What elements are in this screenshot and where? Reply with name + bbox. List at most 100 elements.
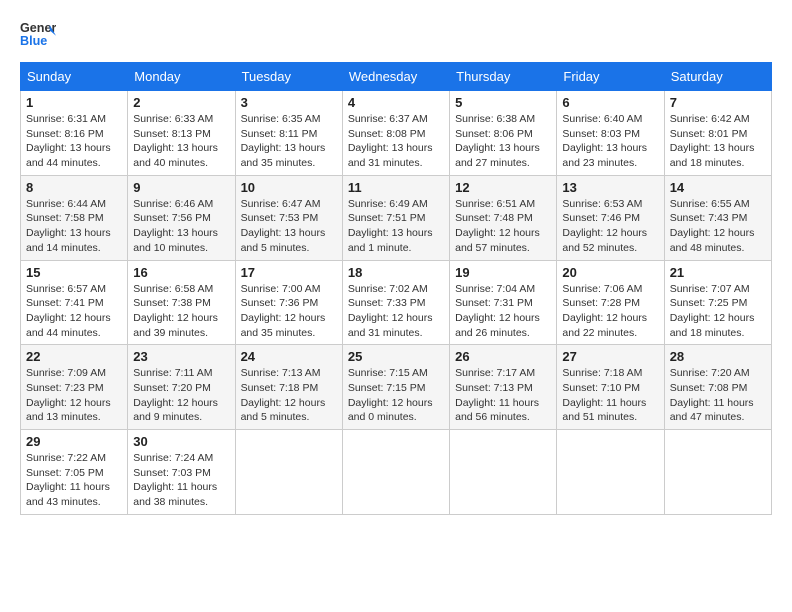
day-info: Sunrise: 7:17 AM Sunset: 7:13 PM Dayligh… bbox=[455, 366, 551, 425]
day-info: Sunrise: 7:02 AM Sunset: 7:33 PM Dayligh… bbox=[348, 282, 444, 341]
day-number: 25 bbox=[348, 349, 444, 364]
day-info: Sunrise: 6:44 AM Sunset: 7:58 PM Dayligh… bbox=[26, 197, 122, 256]
day-cell: 30 Sunrise: 7:24 AM Sunset: 7:03 PM Dayli… bbox=[128, 430, 235, 515]
svg-text:Blue: Blue bbox=[20, 34, 47, 48]
day-number: 24 bbox=[241, 349, 337, 364]
day-cell: 14 Sunrise: 6:55 AM Sunset: 7:43 PM Dayli… bbox=[664, 175, 771, 260]
week-row-1: 1Sunrise: 6:31 AM Sunset: 8:16 PM Daylig… bbox=[21, 91, 772, 176]
day-number: 2 bbox=[133, 95, 229, 110]
day-cell: 6 Sunrise: 6:40 AM Sunset: 8:03 PM Daylig… bbox=[557, 91, 664, 176]
day-info: Sunrise: 6:55 AM Sunset: 7:43 PM Dayligh… bbox=[670, 197, 766, 256]
day-cell: 16 Sunrise: 6:58 AM Sunset: 7:38 PM Dayli… bbox=[128, 260, 235, 345]
day-info: Sunrise: 7:22 AM Sunset: 7:05 PM Dayligh… bbox=[26, 451, 122, 510]
day-info: Sunrise: 7:04 AM Sunset: 7:31 PM Dayligh… bbox=[455, 282, 551, 341]
day-info: Sunrise: 7:06 AM Sunset: 7:28 PM Dayligh… bbox=[562, 282, 658, 341]
day-cell: 7 Sunrise: 6:42 AM Sunset: 8:01 PM Daylig… bbox=[664, 91, 771, 176]
day-info: Sunrise: 6:37 AM Sunset: 8:08 PM Dayligh… bbox=[348, 112, 444, 171]
day-cell: 21 Sunrise: 7:07 AM Sunset: 7:25 PM Dayli… bbox=[664, 260, 771, 345]
day-cell: 13 Sunrise: 6:53 AM Sunset: 7:46 PM Dayli… bbox=[557, 175, 664, 260]
day-info: Sunrise: 6:53 AM Sunset: 7:46 PM Dayligh… bbox=[562, 197, 658, 256]
weekday-tuesday: Tuesday bbox=[235, 63, 342, 91]
day-number: 16 bbox=[133, 265, 229, 280]
day-cell: 28 Sunrise: 7:20 AM Sunset: 7:08 PM Dayli… bbox=[664, 345, 771, 430]
day-number: 20 bbox=[562, 265, 658, 280]
day-number: 27 bbox=[562, 349, 658, 364]
day-info: Sunrise: 6:40 AM Sunset: 8:03 PM Dayligh… bbox=[562, 112, 658, 171]
day-info: Sunrise: 7:13 AM Sunset: 7:18 PM Dayligh… bbox=[241, 366, 337, 425]
day-info: Sunrise: 6:42 AM Sunset: 8:01 PM Dayligh… bbox=[670, 112, 766, 171]
day-info: Sunrise: 7:11 AM Sunset: 7:20 PM Dayligh… bbox=[133, 366, 229, 425]
weekday-saturday: Saturday bbox=[664, 63, 771, 91]
day-info: Sunrise: 6:46 AM Sunset: 7:56 PM Dayligh… bbox=[133, 197, 229, 256]
day-info: Sunrise: 6:35 AM Sunset: 8:11 PM Dayligh… bbox=[241, 112, 337, 171]
day-info: Sunrise: 6:49 AM Sunset: 7:51 PM Dayligh… bbox=[348, 197, 444, 256]
day-number: 12 bbox=[455, 180, 551, 195]
day-cell: 11Sunrise: 6:49 AM Sunset: 7:51 PM Dayli… bbox=[342, 175, 449, 260]
day-number: 21 bbox=[670, 265, 766, 280]
day-cell: 1Sunrise: 6:31 AM Sunset: 8:16 PM Daylig… bbox=[21, 91, 128, 176]
day-info: Sunrise: 6:33 AM Sunset: 8:13 PM Dayligh… bbox=[133, 112, 229, 171]
day-number: 28 bbox=[670, 349, 766, 364]
day-cell bbox=[235, 430, 342, 515]
weekday-header-row: SundayMondayTuesdayWednesdayThursdayFrid… bbox=[21, 63, 772, 91]
day-cell: 20 Sunrise: 7:06 AM Sunset: 7:28 PM Dayli… bbox=[557, 260, 664, 345]
week-row-5: 29 Sunrise: 7:22 AM Sunset: 7:05 PM Dayli… bbox=[21, 430, 772, 515]
day-cell: 5Sunrise: 6:38 AM Sunset: 8:06 PM Daylig… bbox=[450, 91, 557, 176]
day-number: 29 bbox=[26, 434, 122, 449]
day-info: Sunrise: 7:20 AM Sunset: 7:08 PM Dayligh… bbox=[670, 366, 766, 425]
day-cell: 19 Sunrise: 7:04 AM Sunset: 7:31 PM Dayli… bbox=[450, 260, 557, 345]
day-number: 13 bbox=[562, 180, 658, 195]
day-cell: 3 Sunrise: 6:35 AM Sunset: 8:11 PM Daylig… bbox=[235, 91, 342, 176]
day-cell: 2 Sunrise: 6:33 AM Sunset: 8:13 PM Daylig… bbox=[128, 91, 235, 176]
day-info: Sunrise: 7:09 AM Sunset: 7:23 PM Dayligh… bbox=[26, 366, 122, 425]
day-info: Sunrise: 6:51 AM Sunset: 7:48 PM Dayligh… bbox=[455, 197, 551, 256]
day-cell: 23 Sunrise: 7:11 AM Sunset: 7:20 PM Dayli… bbox=[128, 345, 235, 430]
day-number: 9 bbox=[133, 180, 229, 195]
day-number: 30 bbox=[133, 434, 229, 449]
day-cell: 8 Sunrise: 6:44 AM Sunset: 7:58 PM Daylig… bbox=[21, 175, 128, 260]
day-cell bbox=[450, 430, 557, 515]
logo: General Blue bbox=[20, 16, 56, 52]
day-number: 19 bbox=[455, 265, 551, 280]
day-cell: 9 Sunrise: 6:46 AM Sunset: 7:56 PM Daylig… bbox=[128, 175, 235, 260]
day-number: 5 bbox=[455, 95, 551, 110]
day-info: Sunrise: 7:07 AM Sunset: 7:25 PM Dayligh… bbox=[670, 282, 766, 341]
day-cell: 27 Sunrise: 7:18 AM Sunset: 7:10 PM Dayli… bbox=[557, 345, 664, 430]
day-cell: 10Sunrise: 6:47 AM Sunset: 7:53 PM Dayli… bbox=[235, 175, 342, 260]
day-number: 7 bbox=[670, 95, 766, 110]
day-cell: 15Sunrise: 6:57 AM Sunset: 7:41 PM Dayli… bbox=[21, 260, 128, 345]
weekday-monday: Monday bbox=[128, 63, 235, 91]
week-row-4: 22Sunrise: 7:09 AM Sunset: 7:23 PM Dayli… bbox=[21, 345, 772, 430]
header: General Blue bbox=[20, 16, 772, 52]
day-cell: 24 Sunrise: 7:13 AM Sunset: 7:18 PM Dayli… bbox=[235, 345, 342, 430]
weekday-thursday: Thursday bbox=[450, 63, 557, 91]
page-container: General Blue SundayMondayTuesdayWednesda… bbox=[0, 0, 792, 525]
day-info: Sunrise: 6:31 AM Sunset: 8:16 PM Dayligh… bbox=[26, 112, 122, 171]
day-number: 10 bbox=[241, 180, 337, 195]
week-row-2: 8 Sunrise: 6:44 AM Sunset: 7:58 PM Daylig… bbox=[21, 175, 772, 260]
calendar-table: SundayMondayTuesdayWednesdayThursdayFrid… bbox=[20, 62, 772, 515]
day-number: 4 bbox=[348, 95, 444, 110]
day-number: 15 bbox=[26, 265, 122, 280]
day-number: 17 bbox=[241, 265, 337, 280]
day-cell bbox=[664, 430, 771, 515]
day-cell: 22Sunrise: 7:09 AM Sunset: 7:23 PM Dayli… bbox=[21, 345, 128, 430]
day-cell: 18 Sunrise: 7:02 AM Sunset: 7:33 PM Dayli… bbox=[342, 260, 449, 345]
day-number: 3 bbox=[241, 95, 337, 110]
day-number: 6 bbox=[562, 95, 658, 110]
day-info: Sunrise: 7:18 AM Sunset: 7:10 PM Dayligh… bbox=[562, 366, 658, 425]
day-cell bbox=[342, 430, 449, 515]
day-cell: 4 Sunrise: 6:37 AM Sunset: 8:08 PM Daylig… bbox=[342, 91, 449, 176]
day-number: 18 bbox=[348, 265, 444, 280]
day-number: 8 bbox=[26, 180, 122, 195]
day-cell: 25Sunrise: 7:15 AM Sunset: 7:15 PM Dayli… bbox=[342, 345, 449, 430]
day-number: 23 bbox=[133, 349, 229, 364]
day-number: 26 bbox=[455, 349, 551, 364]
weekday-friday: Friday bbox=[557, 63, 664, 91]
day-info: Sunrise: 7:24 AM Sunset: 7:03 PM Dayligh… bbox=[133, 451, 229, 510]
weekday-wednesday: Wednesday bbox=[342, 63, 449, 91]
day-info: Sunrise: 7:00 AM Sunset: 7:36 PM Dayligh… bbox=[241, 282, 337, 341]
day-info: Sunrise: 6:58 AM Sunset: 7:38 PM Dayligh… bbox=[133, 282, 229, 341]
logo-icon: General Blue bbox=[20, 16, 56, 52]
day-number: 14 bbox=[670, 180, 766, 195]
